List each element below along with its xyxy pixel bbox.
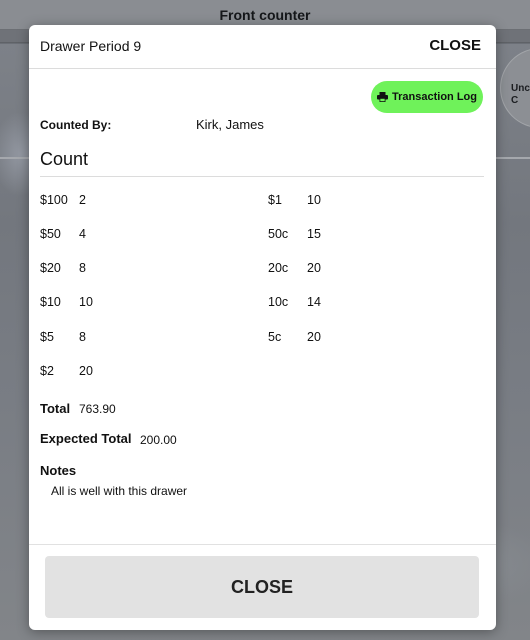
- drawer-modal: Drawer Period 9 CLOSE Transaction Log Co…: [29, 25, 496, 630]
- printer-icon: [377, 92, 389, 102]
- notes-text: All is well with this drawer: [51, 484, 188, 498]
- denomination-qty: 15: [307, 227, 321, 241]
- counted-by-label: Counted By:: [40, 118, 112, 132]
- count-heading: Count: [40, 149, 89, 169]
- modal-title: Drawer Period 9: [40, 38, 142, 54]
- denomination-label: 5c: [268, 330, 282, 344]
- header-close-button[interactable]: CLOSE: [429, 37, 481, 54]
- expected-total-value: 200.00: [140, 433, 177, 447]
- denomination-label: $1: [268, 193, 282, 207]
- total-value: 763.90: [79, 402, 116, 416]
- total-label: Total: [40, 401, 71, 416]
- expected-total-label: Expected Total: [40, 431, 132, 446]
- count-divider: [40, 176, 484, 177]
- denomination-label: 10c: [268, 295, 289, 309]
- denomination-label: $20: [40, 261, 61, 275]
- footer-divider: [29, 544, 496, 545]
- denomination-label: 50c: [268, 227, 289, 241]
- denomination-label: $10: [40, 295, 61, 309]
- denomination-qty: 20: [307, 261, 321, 275]
- denomination-label: 20c: [268, 261, 289, 275]
- denomination-qty: 8: [79, 330, 86, 344]
- footer-close-button[interactable]: CLOSE: [45, 556, 479, 618]
- denomination-qty: 8: [79, 261, 86, 275]
- denomination-qty: 20: [79, 364, 93, 378]
- denomination-label: $100: [40, 193, 68, 207]
- modal-header: Drawer Period 9 CLOSE: [29, 25, 496, 69]
- denomination-qty: 10: [307, 193, 321, 207]
- denomination-qty: 2: [79, 193, 86, 207]
- counted-by-value: Kirk, James: [196, 117, 264, 132]
- denomination-qty: 4: [79, 227, 86, 241]
- denomination-qty: 10: [79, 295, 93, 309]
- denomination-label: $50: [40, 227, 61, 241]
- transaction-log-button[interactable]: Transaction Log: [371, 81, 483, 113]
- denomination-qty: 20: [307, 330, 321, 344]
- denomination-label: $5: [40, 330, 54, 344]
- background-side-badge-text: Unc C: [511, 83, 530, 106]
- denomination-label: $2: [40, 364, 54, 378]
- denomination-qty: 14: [307, 295, 321, 309]
- transaction-log-label: Transaction Log: [392, 91, 477, 103]
- notes-label: Notes: [40, 463, 77, 478]
